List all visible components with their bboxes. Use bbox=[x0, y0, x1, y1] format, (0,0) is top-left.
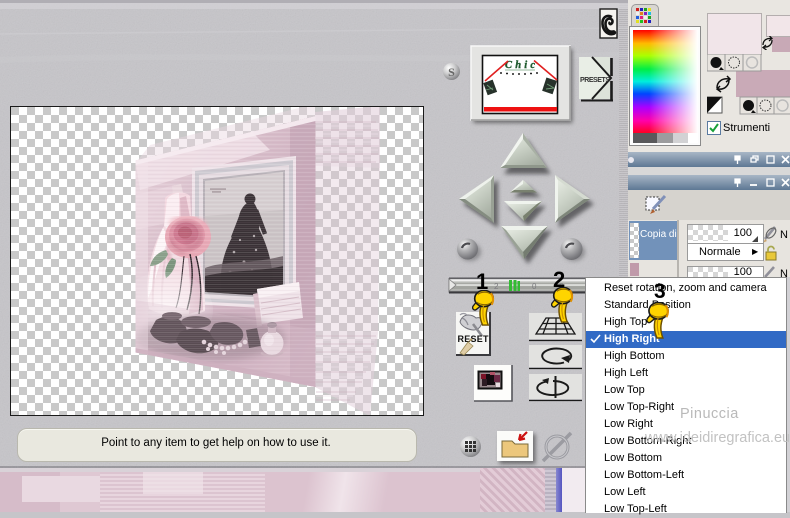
svg-text:RESET: RESET bbox=[458, 334, 490, 344]
svg-text:N: N bbox=[780, 229, 788, 241]
svg-text:N: N bbox=[780, 268, 788, 277]
svg-text:2: 2 bbox=[494, 282, 499, 291]
svg-text:PRESETS: PRESETS bbox=[580, 77, 610, 84]
svg-text:Chic: Chic bbox=[505, 60, 535, 71]
svg-text:0: 0 bbox=[532, 282, 537, 291]
svg-text:S: S bbox=[448, 65, 455, 79]
